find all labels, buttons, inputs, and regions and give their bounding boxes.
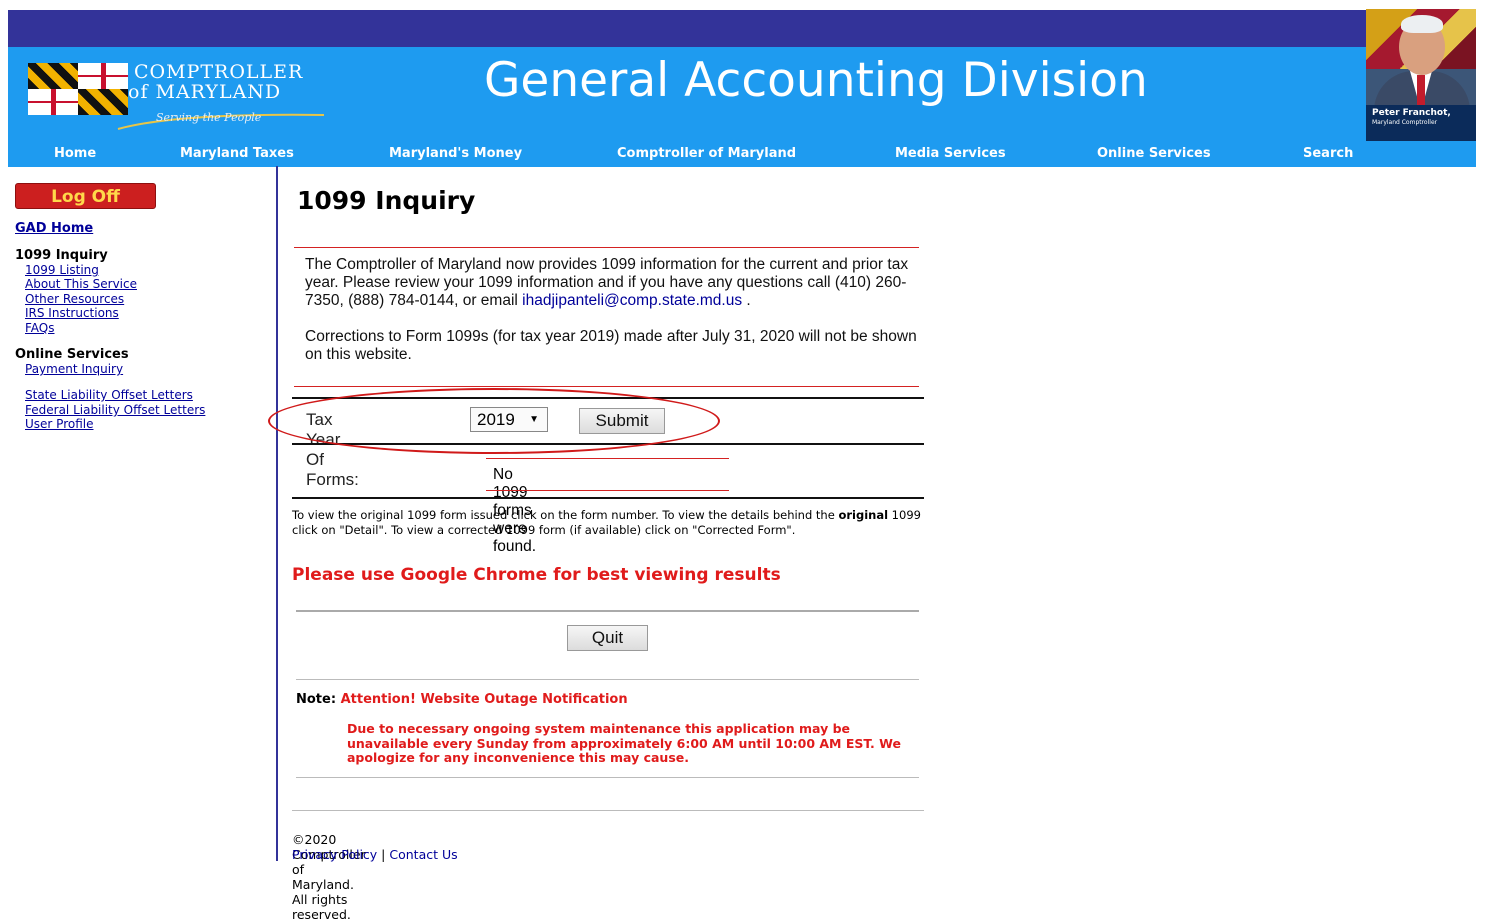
help-text-part: To view the original 1099 form issued cl… — [292, 508, 839, 522]
nav-search[interactable]: Search — [1303, 146, 1353, 161]
site-header: COMPTROLLER of MARYLAND Serving the Peop… — [8, 9, 1476, 167]
main-nav: Home Maryland Taxes Maryland's Money Com… — [8, 146, 1476, 166]
site-title: General Accounting Division — [484, 53, 1148, 108]
sidebar-item-about[interactable]: About This Service — [25, 277, 137, 291]
info-paragraph-2: Corrections to Form 1099s (for tax year … — [305, 328, 917, 363]
sidebar-gad-home[interactable]: GAD Home — [15, 221, 93, 236]
nav-home[interactable]: Home — [54, 146, 96, 161]
sidebar-item-state-offset[interactable]: State Liability Offset Letters — [25, 388, 193, 402]
outage-text: Due to necessary ongoing system maintena… — [347, 721, 901, 765]
privacy-policy-link[interactable]: Privacy Policy — [292, 847, 377, 862]
sidebar-section-online: Online Services — [15, 347, 129, 362]
logo-tagline: Serving the People — [156, 111, 262, 124]
maryland-flag-logo[interactable] — [28, 63, 128, 115]
help-text: To view the original 1099 form issued cl… — [292, 508, 922, 537]
divider — [294, 247, 919, 248]
sidebar-item-user-profile[interactable]: User Profile — [25, 417, 93, 431]
note-title: Attention! Website Outage Notification — [340, 692, 628, 707]
nav-maryland-taxes[interactable]: Maryland Taxes — [180, 146, 294, 161]
info-text: The Comptroller of Maryland now provides… — [305, 256, 917, 363]
sidebar-section-1099: 1099 Inquiry — [15, 248, 108, 263]
portrait-role: Maryland Comptroller — [1372, 119, 1438, 126]
outage-note: Note: Attention! Website Outage Notifica… — [296, 692, 628, 707]
divider — [292, 810, 924, 811]
footer-links: Privacy Policy | Contact Us — [292, 847, 458, 862]
sidebar-item-payment-inquiry[interactable]: Payment Inquiry — [25, 362, 123, 376]
sidebar-divider — [276, 166, 278, 861]
sidebar-item-1099-listing[interactable]: 1099 Listing — [25, 263, 99, 277]
divider — [296, 679, 919, 680]
highlight-annotation — [268, 388, 720, 454]
nav-media-services[interactable]: Media Services — [895, 146, 1006, 161]
browser-recommendation: Please use Google Chrome for best viewin… — [292, 565, 781, 585]
help-text-bold: original — [838, 508, 889, 522]
portrait-caption: Peter Franchot, Maryland Comptroller — [1366, 105, 1476, 141]
divider — [292, 497, 924, 499]
sidebar-item-federal-offset[interactable]: Federal Liability Offset Letters — [25, 403, 205, 417]
portrait-name: Peter Franchot, — [1372, 108, 1451, 118]
nav-marylands-money[interactable]: Maryland's Money — [389, 146, 522, 161]
sidebar-item-other-resources[interactable]: Other Resources — [25, 292, 124, 306]
divider — [486, 490, 729, 491]
logo-line1: COMPTROLLER — [134, 61, 304, 83]
footer-separator: | — [381, 847, 386, 862]
copyright: ©2020 Comptroller of Maryland. All right… — [292, 832, 366, 922]
contact-us-link[interactable]: Contact Us — [389, 847, 457, 862]
divider — [486, 458, 729, 459]
sidebar-item-irs-instructions[interactable]: IRS Instructions — [25, 306, 119, 320]
log-off-button[interactable]: Log Off — [15, 183, 156, 209]
comptroller-portrait: Peter Franchot, Maryland Comptroller — [1366, 9, 1476, 141]
logo-line2: of MARYLAND — [128, 81, 282, 103]
quit-button[interactable]: Quit — [567, 625, 648, 651]
nav-online-services[interactable]: Online Services — [1097, 146, 1211, 161]
email-link[interactable]: ihadjipanteli@comp.state.md.us — [522, 292, 742, 309]
note-label: Note: — [296, 692, 337, 707]
page-title: 1099 Inquiry — [297, 186, 476, 215]
sidebar-item-faqs[interactable]: FAQs — [25, 321, 55, 335]
divider — [296, 610, 919, 612]
nav-comptroller[interactable]: Comptroller of Maryland — [617, 146, 796, 161]
divider — [294, 386, 919, 387]
divider — [296, 777, 919, 778]
top-bar — [8, 10, 1476, 47]
